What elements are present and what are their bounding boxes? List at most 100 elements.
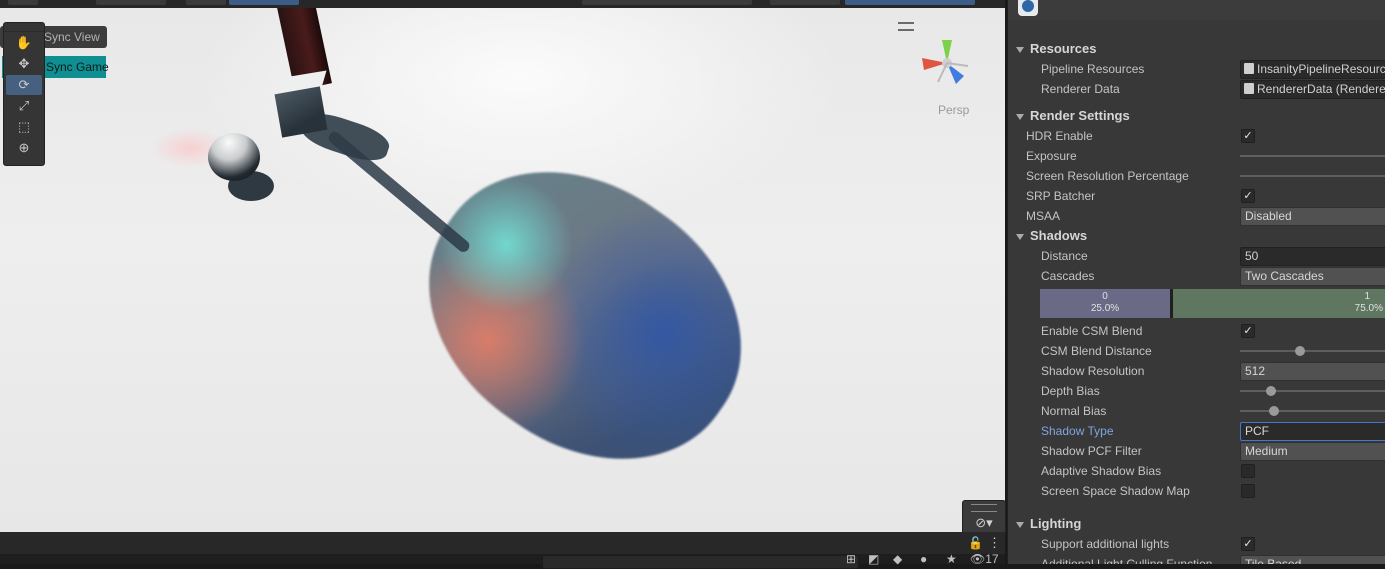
scale-tool-icon[interactable]: ⤢ <box>6 96 42 116</box>
asset-icon <box>1244 83 1254 94</box>
hdr-row: HDR Enable ✓ <box>1008 126 1385 146</box>
screen-resolution-row: Screen Resolution Percentage <box>1008 166 1385 186</box>
toolbar-button[interactable] <box>582 0 752 5</box>
cascade-split-bar[interactable]: 0 25.0% 1 75.0% <box>1040 289 1385 318</box>
foldout-arrow-icon[interactable] <box>1016 521 1024 528</box>
csm-blend-distance-row: CSM Blend Distance <box>1008 341 1385 361</box>
msaa-dropdown[interactable]: Disabled <box>1240 207 1385 226</box>
section-title: Shadows <box>1030 228 1088 243</box>
cascade-0-percent: 25.0% <box>1090 303 1120 314</box>
srp-batcher-checkbox[interactable]: ✓ <box>1241 189 1255 203</box>
normal-bias-slider[interactable] <box>1240 410 1385 412</box>
exposure-slider[interactable] <box>1240 155 1385 157</box>
field-label: Screen Space Shadow Map <box>1041 484 1190 498</box>
toolbar-button[interactable] <box>8 0 38 5</box>
field-label: Exposure <box>1026 149 1077 163</box>
field-label: MSAA <box>1026 209 1061 223</box>
rect-tool-icon[interactable]: ⬚ <box>6 117 42 137</box>
light-culling-dropdown[interactable]: Tile Based <box>1240 555 1385 564</box>
view-options-overlay: ⊘▾ <box>962 500 1006 536</box>
slider-thumb[interactable] <box>1269 406 1279 416</box>
cascade-0-segment[interactable]: 0 25.0% <box>1040 289 1170 318</box>
orientation-dropdown-icon[interactable]: ⊘▾ <box>963 515 1005 531</box>
field-label: Depth Bias <box>1041 384 1100 398</box>
additional-lights-row: Support additional lights ✓ <box>1008 534 1385 554</box>
foldout-arrow-icon[interactable] <box>1016 46 1024 53</box>
hand-tool-icon[interactable]: ✋ <box>6 33 42 53</box>
foldout-arrow-icon[interactable] <box>1016 113 1024 120</box>
tools-overlay: ✋ ✥ ⟳ ⤢ ⬚ ⊕ <box>3 22 45 166</box>
section-resources[interactable]: Resources <box>1008 39 1385 59</box>
additional-lights-checkbox[interactable]: ✓ <box>1241 537 1255 551</box>
overlay-menu-icon[interactable] <box>898 22 914 31</box>
cascade-1-segment[interactable]: 1 75.0% <box>1173 289 1385 318</box>
srp-batcher-row: SRP Batcher ✓ <box>1008 186 1385 206</box>
pipeline-resources-field[interactable]: InsanityPipelineResources <box>1240 60 1385 79</box>
field-label: Shadow PCF Filter <box>1041 444 1142 458</box>
field-label: Renderer Data <box>1041 82 1120 96</box>
adaptive-bias-checkbox[interactable] <box>1241 464 1255 478</box>
overlay-drag-handle[interactable] <box>4 23 44 32</box>
foldout-arrow-icon[interactable] <box>1016 233 1024 240</box>
depth-bias-slider[interactable] <box>1240 390 1385 392</box>
pcf-filter-dropdown[interactable]: Medium <box>1240 442 1385 461</box>
distance-input[interactable]: 50 <box>1240 247 1385 266</box>
toolbar-button[interactable] <box>845 0 975 5</box>
slider-thumb[interactable] <box>1266 386 1276 396</box>
lock-icon[interactable]: 🔓 <box>968 536 983 550</box>
csm-blend-distance-slider[interactable] <box>1240 350 1385 352</box>
field-label: HDR Enable <box>1026 129 1093 143</box>
section-render-settings[interactable]: Render Settings <box>1008 106 1385 126</box>
toolbar-button[interactable] <box>186 0 226 5</box>
toolbar-button[interactable] <box>770 0 840 5</box>
cascade-1-index: 1 <box>1364 291 1370 302</box>
field-label: Pipeline Resources <box>1041 62 1145 76</box>
field-value: RendererData (RendererData) <box>1257 82 1385 96</box>
shadow-resolution-row: Shadow Resolution 512 <box>1008 361 1385 381</box>
exposure-row: Exposure <box>1008 146 1385 166</box>
overlay-drag-handle[interactable] <box>971 504 997 512</box>
hdr-checkbox[interactable]: ✓ <box>1241 129 1255 143</box>
section-title: Resources <box>1030 41 1097 56</box>
section-shadows[interactable]: Shadows <box>1008 226 1385 246</box>
scene-toolbar-strip <box>0 0 1005 8</box>
cascades-dropdown[interactable]: Two Cascades <box>1240 267 1385 286</box>
csm-blend-checkbox[interactable]: ✓ <box>1241 324 1255 338</box>
rotate-tool-icon[interactable]: ⟳ <box>6 75 42 95</box>
shadow-resolution-dropdown[interactable]: 512 <box>1240 362 1385 381</box>
orientation-gizmo[interactable] <box>916 32 978 94</box>
field-label: Additional Light Culling Function <box>1041 557 1213 564</box>
slider-thumb[interactable] <box>1295 346 1305 356</box>
pipeline-resources-row: Pipeline Resources InsanityPipelineResou… <box>1008 59 1385 79</box>
renderer-data-row: Renderer Data RendererData (RendererData… <box>1008 79 1385 99</box>
sphere-object[interactable] <box>208 133 260 181</box>
normal-bias-row: Normal Bias <box>1008 401 1385 421</box>
toolbar-button[interactable] <box>229 0 299 5</box>
section-lighting[interactable]: Lighting <box>1008 514 1385 534</box>
msaa-row: MSAA Disabled <box>1008 206 1385 226</box>
transform-tool-icon[interactable]: ⊕ <box>6 138 42 158</box>
field-label: Enable CSM Blend <box>1041 324 1143 338</box>
section-title: Render Settings <box>1030 108 1130 123</box>
field-label: CSM Blend Distance <box>1041 344 1152 358</box>
field-label: SRP Batcher <box>1026 189 1096 203</box>
field-label: Shadow Resolution <box>1041 364 1145 378</box>
screen-space-shadow-checkbox[interactable] <box>1241 484 1255 498</box>
depth-bias-row: Depth Bias <box>1008 381 1385 401</box>
shadow-type-row: Shadow Type PCF <box>1008 421 1385 441</box>
move-tool-icon[interactable]: ✥ <box>6 54 42 74</box>
field-label: Shadow Type <box>1041 424 1114 438</box>
cube-object[interactable] <box>274 86 328 138</box>
light-culling-row: Additional Light Culling Function Tile B… <box>1008 554 1385 564</box>
inspector-header <box>1008 0 1385 20</box>
camera-mode-label[interactable]: Persp <box>938 103 969 117</box>
field-value: InsanityPipelineResources <box>1257 62 1385 76</box>
scene-view[interactable]: Sync View Sync Game ✋ ✥ ⟳ ⤢ ⬚ ⊕ Persp <box>0 8 1005 532</box>
shadow-type-dropdown[interactable]: PCF <box>1240 422 1385 441</box>
kebab-menu-icon[interactable]: ⋮ <box>988 535 1001 551</box>
renderer-data-field[interactable]: RendererData (RendererData) <box>1240 80 1385 99</box>
search-input[interactable] <box>542 555 859 569</box>
section-title: Lighting <box>1030 516 1082 531</box>
toolbar-button[interactable] <box>96 0 166 5</box>
screen-resolution-slider[interactable] <box>1240 175 1385 177</box>
